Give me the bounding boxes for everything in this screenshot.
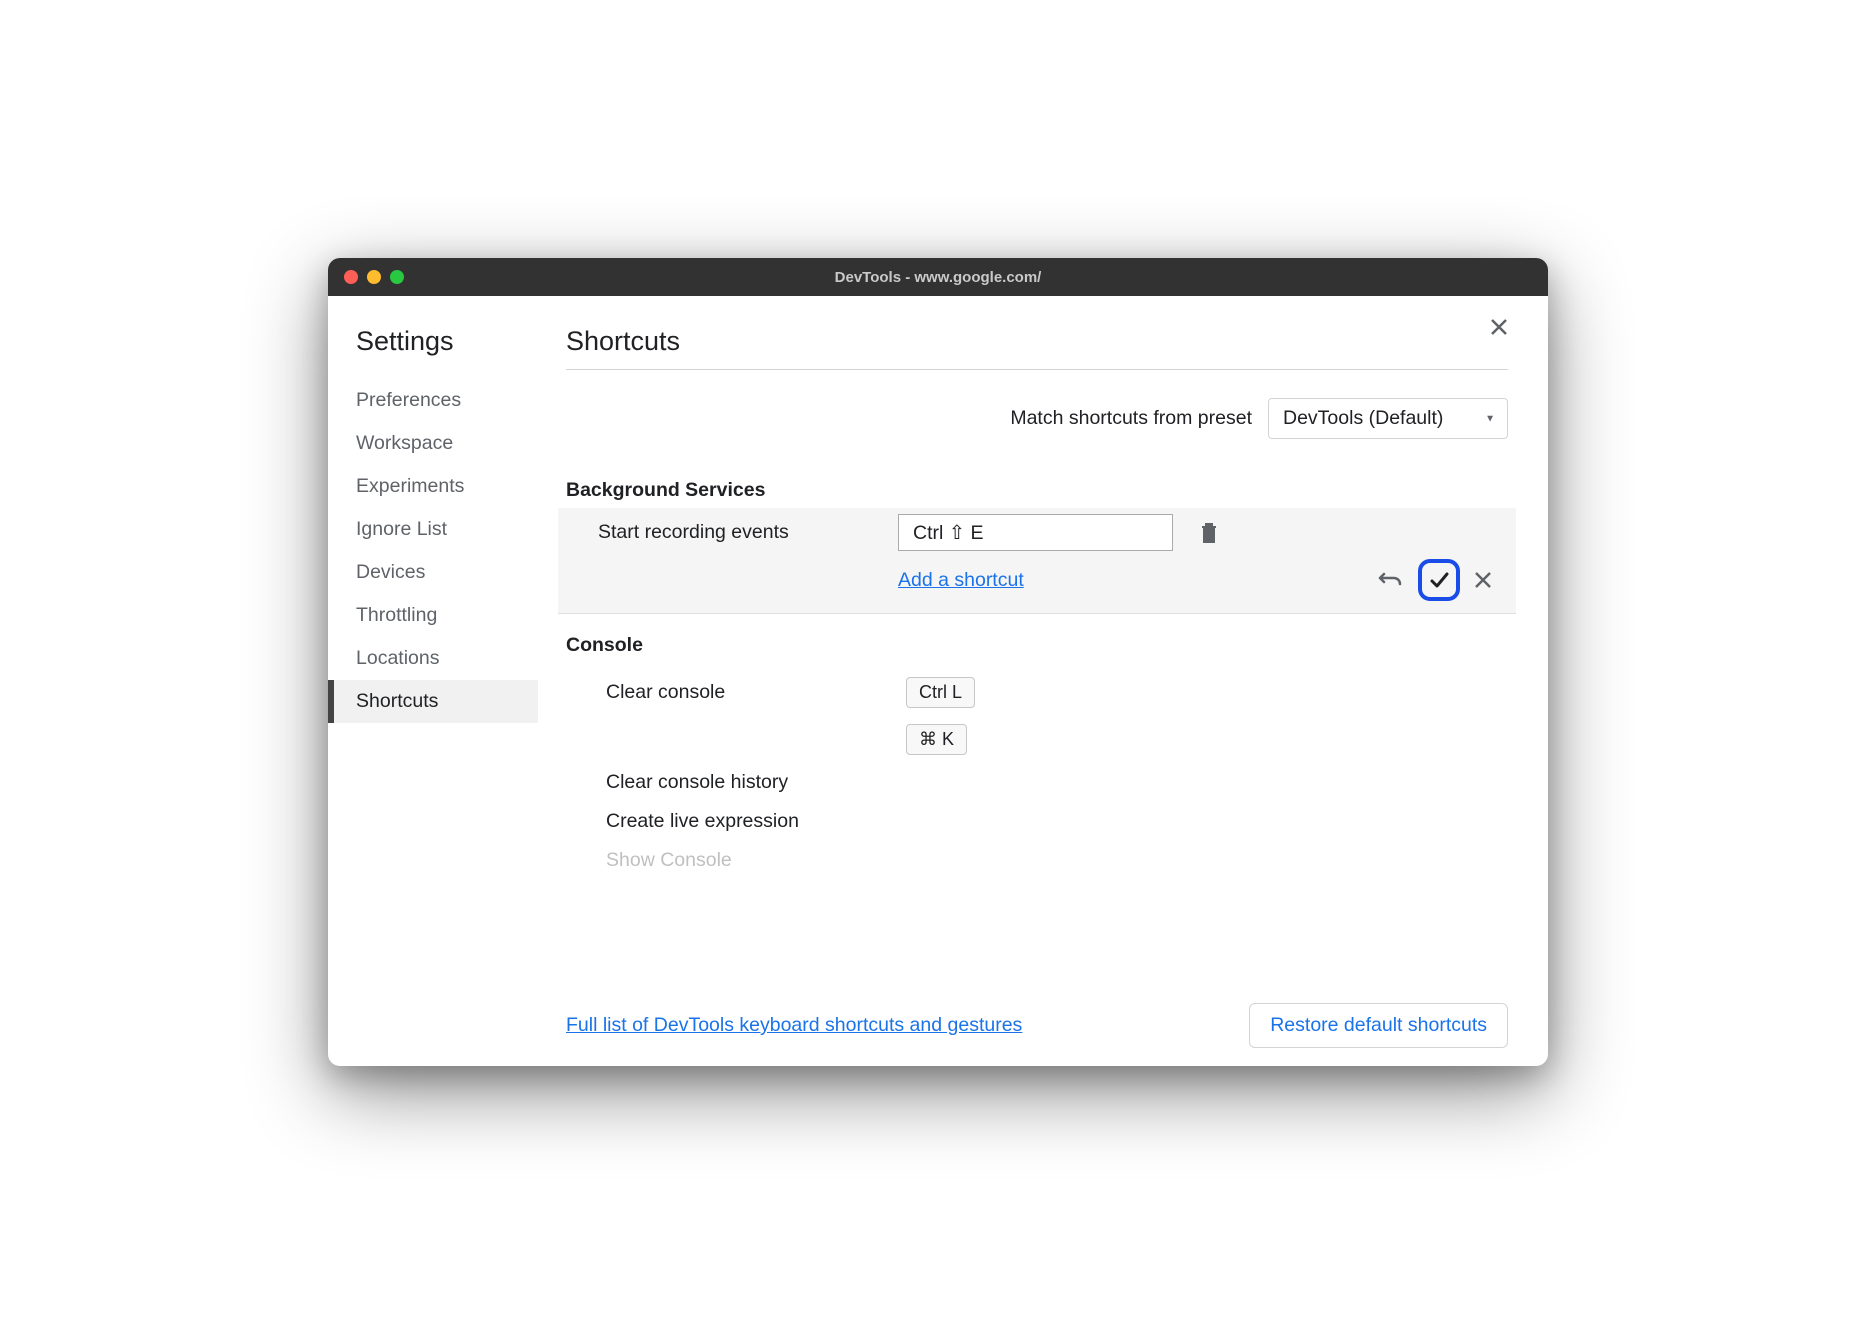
undo-icon bbox=[1378, 570, 1404, 590]
shortcuts-footer: Full list of DevTools keyboard shortcuts… bbox=[566, 1003, 1508, 1048]
window-controls bbox=[344, 270, 404, 284]
shortcut-row-label: Show Console bbox=[606, 849, 906, 872]
confirm-shortcut-button[interactable] bbox=[1418, 559, 1460, 601]
devtools-settings-window: DevTools - www.google.com/ Settings Pref… bbox=[328, 258, 1548, 1066]
titlebar: DevTools - www.google.com/ bbox=[328, 258, 1548, 296]
add-shortcut-link[interactable]: Add a shortcut bbox=[898, 569, 1024, 592]
trash-icon bbox=[1199, 522, 1219, 544]
shortcut-row-label: Clear console bbox=[606, 681, 906, 704]
restore-defaults-button[interactable]: Restore default shortcuts bbox=[1249, 1003, 1508, 1048]
shortcut-row-start-recording: Start recording events Add a shortcut bbox=[558, 508, 1516, 614]
checkmark-icon bbox=[1428, 569, 1450, 591]
close-settings-button[interactable] bbox=[1490, 318, 1508, 336]
shortcut-row-clear-console-alt[interactable]: ⌘ K bbox=[566, 716, 1508, 763]
shortcut-row-show-console[interactable]: Show Console bbox=[566, 841, 1508, 880]
sidebar-item-locations[interactable]: Locations bbox=[356, 637, 538, 680]
sidebar-item-experiments[interactable]: Experiments bbox=[356, 465, 538, 508]
shortcut-row-label: Clear console history bbox=[606, 771, 906, 794]
cancel-edit-button[interactable] bbox=[1470, 567, 1496, 593]
shortcut-row-label: Create live expression bbox=[606, 810, 906, 833]
sidebar-item-throttling[interactable]: Throttling bbox=[356, 594, 538, 637]
preset-select[interactable]: DevTools (Default) ▼ bbox=[1268, 398, 1508, 439]
maximize-window-button[interactable] bbox=[390, 270, 404, 284]
sidebar-title: Settings bbox=[356, 326, 538, 357]
minimize-window-button[interactable] bbox=[367, 270, 381, 284]
delete-shortcut-button[interactable] bbox=[1199, 522, 1219, 544]
chevron-down-icon: ▼ bbox=[1485, 413, 1495, 424]
shortcut-key-chip: ⌘ K bbox=[906, 724, 967, 755]
app-body: Settings Preferences Workspace Experimen… bbox=[328, 296, 1548, 1066]
section-header-background-services: Background Services bbox=[566, 479, 1508, 502]
sidebar-item-preferences[interactable]: Preferences bbox=[356, 379, 538, 422]
shortcut-key-chip: Ctrl L bbox=[906, 677, 975, 708]
edit-actions bbox=[1374, 559, 1508, 601]
page-title: Shortcuts bbox=[566, 326, 1508, 370]
window-title: DevTools - www.google.com/ bbox=[328, 269, 1548, 286]
close-window-button[interactable] bbox=[344, 270, 358, 284]
shortcut-row-label: Start recording events bbox=[598, 521, 898, 544]
settings-sidebar: Settings Preferences Workspace Experimen… bbox=[328, 296, 538, 1066]
shortcut-row-clear-console[interactable]: Clear console Ctrl L bbox=[566, 669, 1508, 716]
undo-button[interactable] bbox=[1374, 566, 1408, 594]
section-header-console: Console bbox=[566, 634, 1508, 657]
full-shortcuts-link[interactable]: Full list of DevTools keyboard shortcuts… bbox=[566, 1014, 1022, 1037]
close-icon bbox=[1474, 571, 1492, 589]
preset-select-value: DevTools (Default) bbox=[1283, 407, 1443, 429]
sidebar-item-devices[interactable]: Devices bbox=[356, 551, 538, 594]
sidebar-item-ignore-list[interactable]: Ignore List bbox=[356, 508, 538, 551]
preset-label: Match shortcuts from preset bbox=[1010, 407, 1252, 430]
sidebar-item-workspace[interactable]: Workspace bbox=[356, 422, 538, 465]
shortcuts-panel: Shortcuts Match shortcuts from preset De… bbox=[538, 296, 1548, 1066]
shortcut-row-live-expression[interactable]: Create live expression bbox=[566, 802, 1508, 841]
preset-row: Match shortcuts from preset DevTools (De… bbox=[566, 398, 1508, 439]
shortcut-input[interactable] bbox=[898, 514, 1173, 551]
sidebar-item-shortcuts[interactable]: Shortcuts bbox=[328, 680, 538, 723]
shortcut-row-clear-history[interactable]: Clear console history bbox=[566, 763, 1508, 802]
